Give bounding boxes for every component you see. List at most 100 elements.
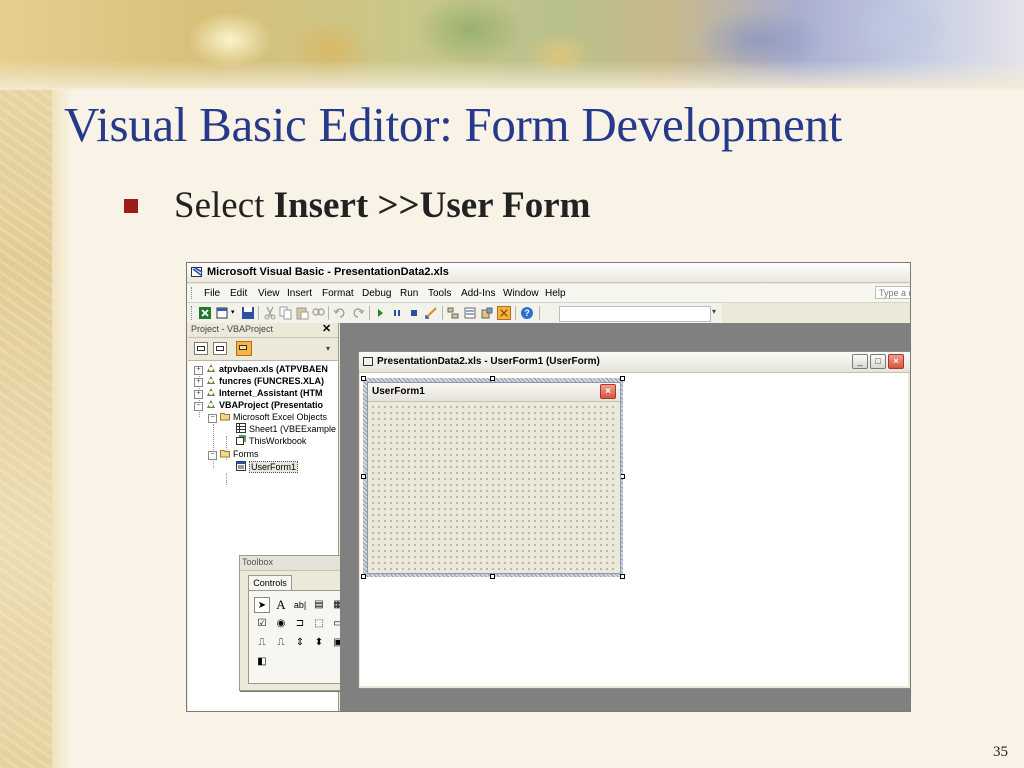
tree-item-internet-assistant[interactable]: + Internet_Assistant (HTM [194, 387, 323, 399]
resize-handle[interactable] [361, 376, 366, 381]
combobox-tool-icon[interactable]: ▤ [311, 597, 327, 613]
tree-item-vbaproject[interactable]: − VBAProject (Presentatio [194, 399, 323, 411]
expand-icon[interactable]: + [194, 390, 203, 399]
design-mode-icon[interactable] [424, 306, 438, 320]
userform-designer-window: PresentationData2.xls - UserForm1 (UserF… [358, 351, 910, 689]
properties-window-icon[interactable] [463, 306, 477, 320]
standard-toolbar: ▾ ? ▾ [187, 303, 722, 324]
resize-handle[interactable] [620, 574, 625, 579]
tree-item-atpvbaen[interactable]: + atpvbaen.xls (ATPVBAEN [194, 363, 328, 375]
tree-item-sheet1[interactable]: Sheet1 (VBEExample [236, 423, 336, 435]
menu-window[interactable]: Window [503, 288, 539, 299]
folder-icon [239, 345, 247, 350]
toolbar-separator [515, 306, 516, 320]
resize-handle[interactable] [620, 376, 625, 381]
reset-icon[interactable] [407, 306, 421, 320]
toolbar-separator [539, 306, 540, 320]
collapse-icon[interactable]: − [208, 414, 217, 423]
cut-icon[interactable] [263, 306, 277, 320]
checkbox-tool-icon[interactable]: ☑ [254, 616, 270, 632]
redo-icon[interactable] [351, 306, 365, 320]
tree-item-userform1[interactable]: UserForm1 [236, 461, 299, 473]
refedit-tool-icon[interactable]: ◧ [254, 654, 270, 670]
resize-handle[interactable] [490, 376, 495, 381]
menu-run[interactable]: Run [400, 288, 418, 299]
menu-view[interactable]: View [258, 288, 280, 299]
resize-handle[interactable] [361, 574, 366, 579]
undo-icon[interactable] [333, 306, 347, 320]
view-object-button[interactable] [213, 342, 227, 355]
tab-controls[interactable]: Controls [248, 575, 292, 591]
designer-title-bar: PresentationData2.xls - UserForm1 (UserF… [359, 352, 910, 373]
resize-handle[interactable] [490, 574, 495, 579]
userform-grid[interactable] [370, 404, 618, 570]
tree-item-excel-objects[interactable]: − Microsoft Excel Objects [208, 411, 327, 423]
close-icon[interactable]: × [600, 384, 616, 399]
close-button[interactable]: × [888, 354, 904, 369]
menu-edit[interactable]: Edit [230, 288, 247, 299]
menu-file[interactable]: File [204, 288, 220, 299]
project-explorer-title: Project - VBAProject [191, 324, 274, 334]
expand-icon[interactable]: + [194, 378, 203, 387]
menu-tools[interactable]: Tools [428, 288, 451, 299]
togglebutton-tool-icon[interactable]: ⊐ [292, 616, 308, 632]
toggle-folders-button[interactable] [236, 341, 252, 356]
chevron-down-icon[interactable]: ▾ [326, 344, 330, 353]
copy-icon[interactable] [279, 306, 293, 320]
userform-icon [236, 461, 246, 471]
scrollbar-tool-icon[interactable]: ⇕ [292, 635, 308, 651]
resize-handle[interactable] [361, 474, 366, 479]
menu-debug[interactable]: Debug [362, 288, 391, 299]
multipage-tool-icon[interactable]: ⎍ [273, 635, 289, 651]
vba-project-icon [207, 364, 215, 372]
tree-item-funcres[interactable]: + funcres (FUNCRES.XLA) [194, 375, 324, 387]
tree-item-forms[interactable]: − Forms [208, 448, 259, 460]
workbook-icon [236, 435, 246, 445]
menu-insert[interactable]: Insert [287, 288, 312, 299]
collapse-icon[interactable]: − [194, 402, 203, 411]
menu-help[interactable]: Help [545, 288, 566, 299]
menu-format[interactable]: Format [322, 288, 354, 299]
textbox-tool-icon[interactable]: ab| [292, 597, 308, 613]
userform1-form[interactable]: UserForm1 × [367, 382, 621, 574]
run-icon[interactable] [373, 306, 387, 320]
help-search-input[interactable]: Type a q [875, 286, 910, 299]
tree-item-thisworkbook[interactable]: ThisWorkbook [236, 435, 306, 447]
frame-tool-icon[interactable]: ⬚ [311, 616, 327, 632]
collapse-icon[interactable]: − [208, 451, 217, 460]
view-excel-icon[interactable] [198, 306, 212, 320]
close-icon[interactable]: ✕ [322, 323, 331, 336]
grip-icon [191, 287, 194, 299]
toolbar-separator [369, 306, 370, 320]
toolbar-options-icon[interactable]: ▾ [712, 307, 716, 316]
find-icon[interactable] [311, 306, 325, 320]
designer-canvas: UserForm1 × [360, 373, 908, 686]
maximize-button[interactable]: □ [870, 354, 886, 369]
optionbutton-tool-icon[interactable]: ◉ [273, 616, 289, 632]
pointer-tool-icon[interactable]: ➤ [254, 597, 270, 613]
help-icon[interactable]: ? [520, 306, 534, 320]
spinbutton-tool-icon[interactable]: ⬍ [311, 635, 327, 651]
bullet-bold: Insert >>User Form [273, 185, 591, 226]
expand-icon[interactable]: + [194, 366, 203, 375]
minimize-button[interactable]: _ [852, 354, 868, 369]
view-code-button[interactable] [194, 342, 208, 355]
tree-connector [213, 424, 214, 468]
paste-icon[interactable] [295, 306, 309, 320]
object-browser-icon[interactable] [480, 306, 494, 320]
svg-text:?: ? [524, 308, 530, 318]
tabstrip-tool-icon[interactable]: ⎍ [254, 635, 270, 651]
menu-add-ins[interactable]: Add-Ins [461, 288, 495, 299]
tree-item-label: Forms [233, 449, 259, 459]
bullet-text: Select Insert >>User Form [174, 184, 591, 227]
break-icon[interactable] [390, 306, 404, 320]
toolbox-title-bar[interactable]: Toolbox × [240, 556, 356, 571]
folder-icon [220, 450, 230, 458]
save-icon[interactable] [241, 306, 255, 320]
insert-userform-icon[interactable] [216, 306, 230, 320]
project-explorer-icon[interactable] [446, 306, 460, 320]
view-object-icon [216, 346, 224, 351]
toolbox-icon[interactable] [497, 306, 511, 320]
tree-item-label: VBAProject (Presentatio [219, 400, 324, 410]
label-tool-icon[interactable]: A [273, 597, 289, 613]
